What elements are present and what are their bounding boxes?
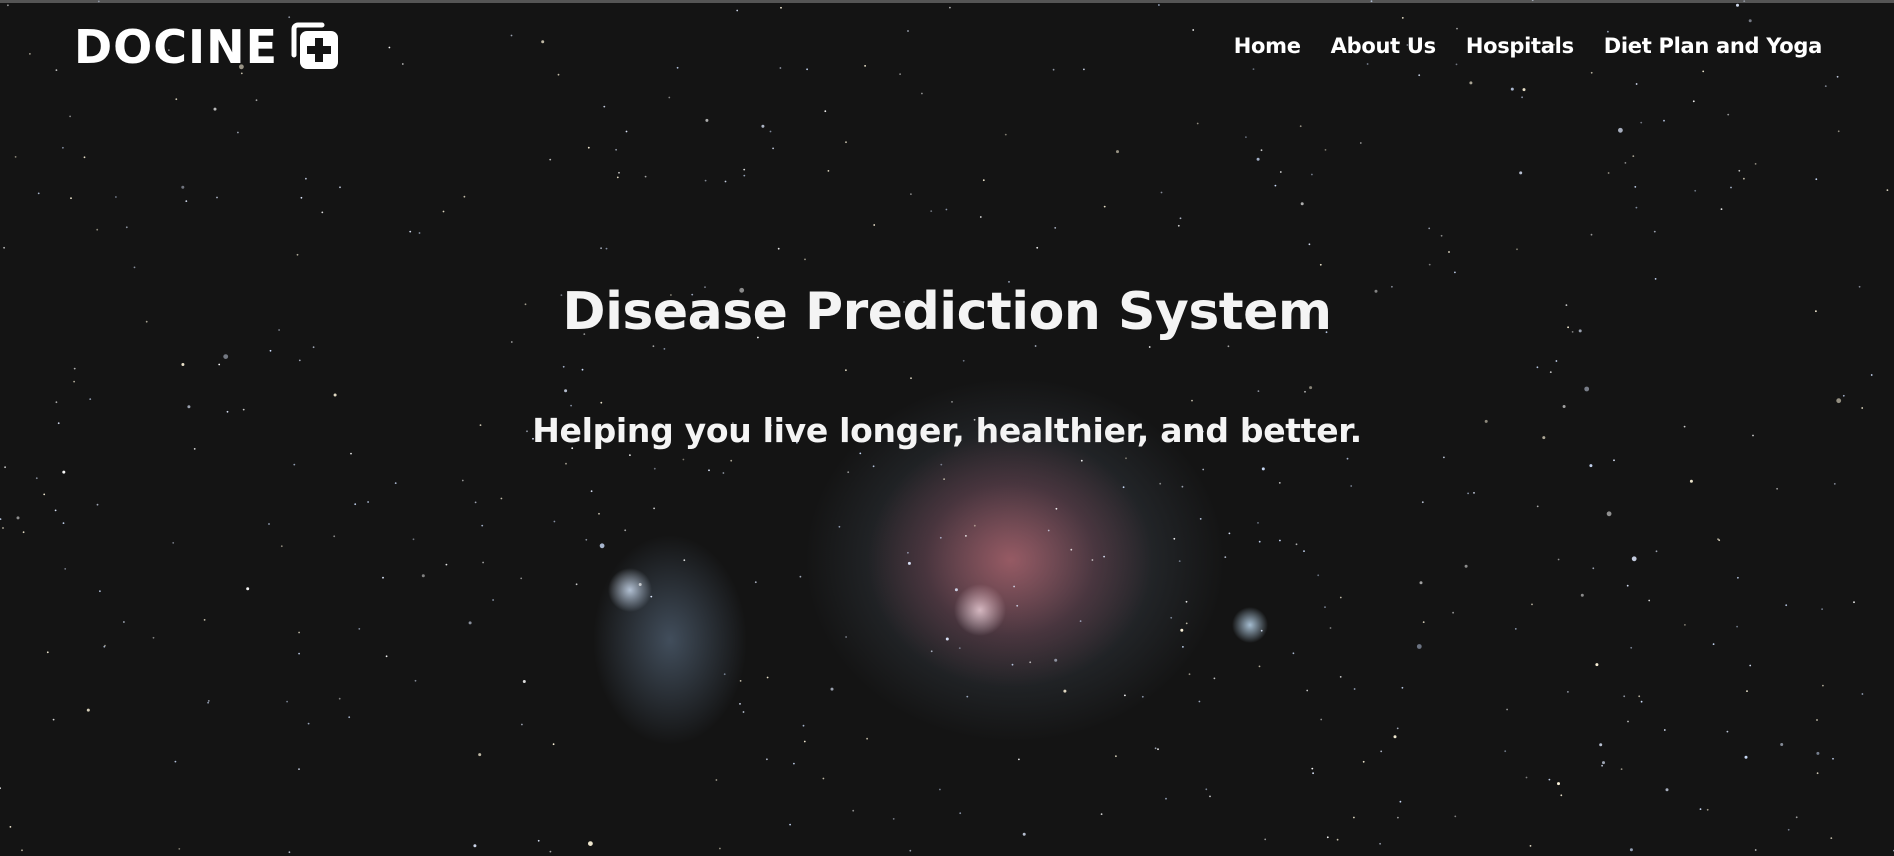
medical-plus-icon <box>288 21 340 73</box>
brand-logo[interactable]: DOCINE <box>74 20 340 74</box>
nav-item-about-us[interactable]: About Us <box>1331 34 1436 58</box>
main-nav: Home About Us Hospitals Diet Plan and Yo… <box>1234 34 1823 58</box>
nav-item-diet-plan-and-yoga[interactable]: Diet Plan and Yoga <box>1604 34 1823 58</box>
hero-section: DOCINE Home About Us Hospitals Diet Plan… <box>0 0 1894 856</box>
nav-item-hospitals[interactable]: Hospitals <box>1466 34 1574 58</box>
nav-item-home[interactable]: Home <box>1234 34 1301 58</box>
hero-subtitle: Helping you live longer, healthier, and … <box>532 411 1362 450</box>
brand-name: DOCINE <box>74 20 279 74</box>
hero-title: Disease Prediction System <box>562 282 1332 342</box>
